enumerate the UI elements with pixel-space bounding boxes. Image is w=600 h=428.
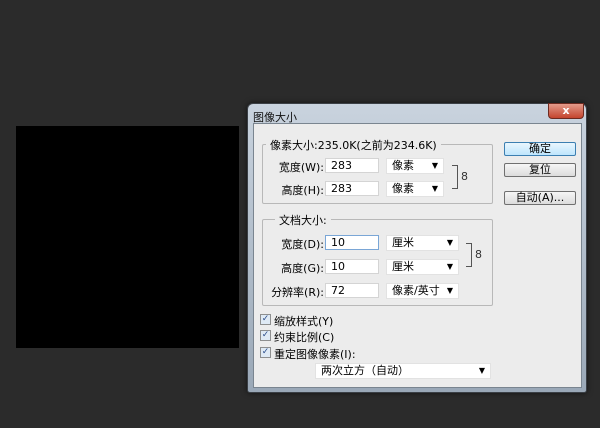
chevron-down-icon: ▼ [446, 286, 453, 295]
image-size-dialog: 图像大小 x 像素大小:235.0K(之前为234.6K) 宽度(W): 283… [247, 103, 587, 393]
doc-height-input[interactable]: 10 [325, 259, 379, 274]
pixel-width-unit: 像素 [392, 159, 414, 172]
pixel-dimensions-legend: 像素大小:235.0K(之前为234.6K) [266, 137, 441, 153]
pixel-height-label: 高度(H): [281, 184, 324, 197]
pixel-height-unit: 像素 [392, 182, 414, 195]
pixel-height-input[interactable]: 283 [325, 181, 379, 196]
constrain-proportions-checkbox[interactable]: ✓ [260, 330, 271, 341]
doc-width-unit-select[interactable]: 厘米 ▼ [386, 235, 459, 251]
pixel-width-unit-select[interactable]: 像素 ▼ [386, 158, 444, 174]
doc-height-unit-select[interactable]: 厘米 ▼ [386, 259, 459, 275]
link-bracket [452, 165, 458, 189]
scale-styles-checkbox[interactable]: ✓ [260, 314, 271, 325]
doc-width-label: 宽度(D): [281, 238, 324, 251]
reset-button[interactable]: 复位 [504, 163, 576, 177]
chevron-down-icon: ▼ [478, 366, 485, 375]
resample-method-select[interactable]: 两次立方（自动） ▼ [315, 363, 491, 379]
scale-styles-label: 缩放样式(Y) [274, 315, 334, 328]
chevron-down-icon: ▼ [431, 161, 438, 170]
chevron-down-icon: ▼ [431, 184, 438, 193]
doc-width-unit: 厘米 [392, 236, 414, 249]
close-button[interactable]: x [548, 103, 584, 119]
resolution-unit-select[interactable]: 像素/英寸 ▼ [386, 283, 459, 299]
resample-checkbox[interactable]: ✓ [260, 347, 271, 358]
chevron-down-icon: ▼ [446, 238, 453, 247]
resolution-label: 分辨率(R): [271, 286, 324, 299]
link-bracket [466, 243, 472, 267]
constrain-proportions-label: 约束比例(C) [274, 331, 335, 344]
chevron-down-icon: ▼ [446, 262, 453, 271]
auto-button[interactable]: 自动(A)... [504, 191, 576, 205]
doc-height-unit: 厘米 [392, 260, 414, 273]
resample-label: 重定图像像素(I): [274, 348, 356, 361]
pixel-width-input[interactable]: 283 [325, 158, 379, 173]
doc-height-label: 高度(G): [281, 262, 324, 275]
resolution-input[interactable]: 72 [325, 283, 379, 298]
resample-method: 两次立方（自动） [321, 364, 409, 377]
chain-link-icon: 8 [475, 248, 482, 261]
resolution-unit: 像素/英寸 [392, 284, 440, 297]
chain-link-icon: 8 [461, 170, 468, 183]
document-canvas [16, 126, 239, 348]
pixel-height-unit-select[interactable]: 像素 ▼ [386, 181, 444, 197]
document-size-legend: 文档大小: [275, 212, 331, 228]
dialog-body: 像素大小:235.0K(之前为234.6K) 宽度(W): 283 像素 ▼ 高度… [253, 123, 582, 388]
ok-button[interactable]: 确定 [504, 142, 576, 156]
doc-width-input[interactable]: 10 [325, 235, 379, 250]
pixel-width-label: 宽度(W): [278, 161, 324, 174]
